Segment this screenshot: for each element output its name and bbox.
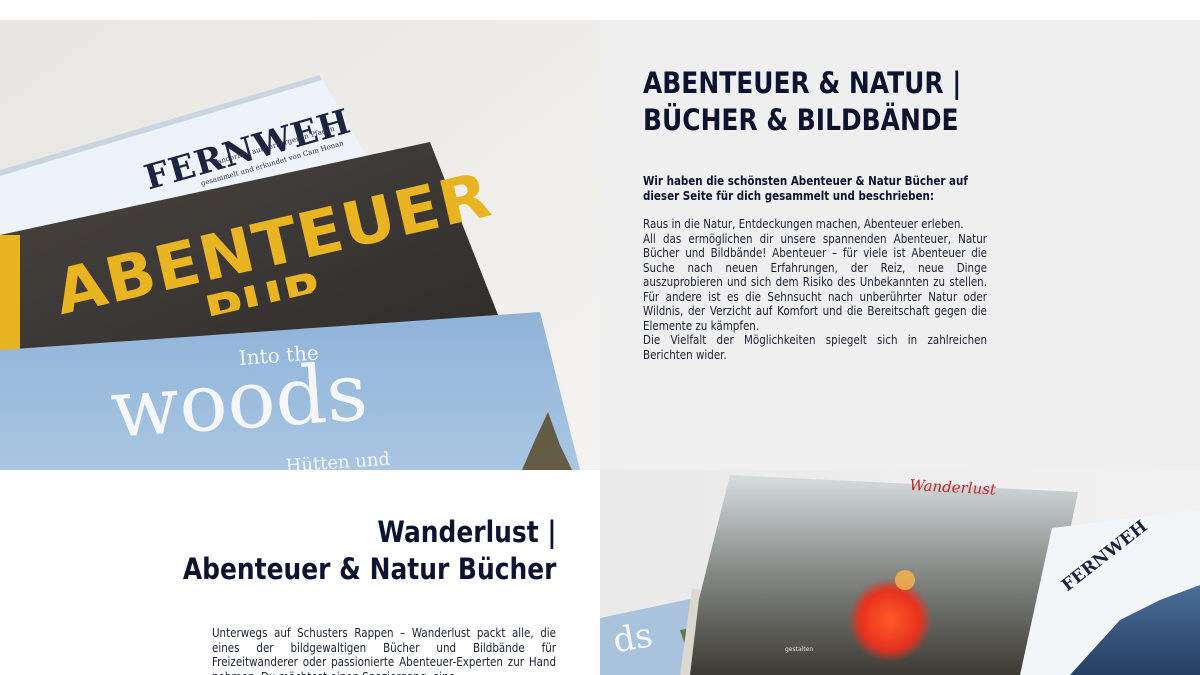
intro-body: Raus in die Natur, Entdeckungen machen, … [643,217,987,362]
intro-panel: ABENTEUER & NATUR | BÜCHER & BILDBÄNDE W… [600,20,1200,470]
books-photo-wanderlust: Wanderlust FERNWEH ds gestalten [600,470,1200,675]
intro-paragraph: Die Vielfalt der Möglichkeiten spiegelt … [643,333,987,362]
section-heading: Wanderlust | Abenteuer & Natur Bücher [182,514,556,588]
publisher-mark: gestalten [785,646,814,653]
wanderlust-body: Unterwegs auf Schusters Rappen – Wanderl… [212,626,556,675]
page-title-line-1: ABENTEUER & NATUR | [643,66,962,100]
top-bar [0,0,1200,20]
wanderlust-panel: Wanderlust | Abenteuer & Natur Bücher Un… [0,470,600,675]
books-photo-adventure: FERNWEH Wanderlust auf verborgenen Pfade… [0,20,600,470]
page-title: ABENTEUER & NATUR | BÜCHER & BILDBÄNDE [643,65,1090,139]
woods-line-2: woods [107,345,371,456]
abenteuer-book-spine [0,235,20,350]
page-title-line-2: BÜCHER & BILDBÄNDE [643,103,959,137]
woods-fragment: ds [610,615,656,662]
intro-paragraph: Raus in die Natur, Entdeckungen machen, … [643,217,964,231]
books-illustration-2 [600,470,1200,675]
intro-paragraph: All das ermöglichen dir unsere spannende… [643,231,987,333]
intro-lead: Wir haben die schönsten Abenteuer & Natu… [643,174,968,203]
section-heading-line-1: Wanderlust | [376,515,556,549]
section-heading-line-2: Abenteuer & Natur Bücher [182,552,556,586]
